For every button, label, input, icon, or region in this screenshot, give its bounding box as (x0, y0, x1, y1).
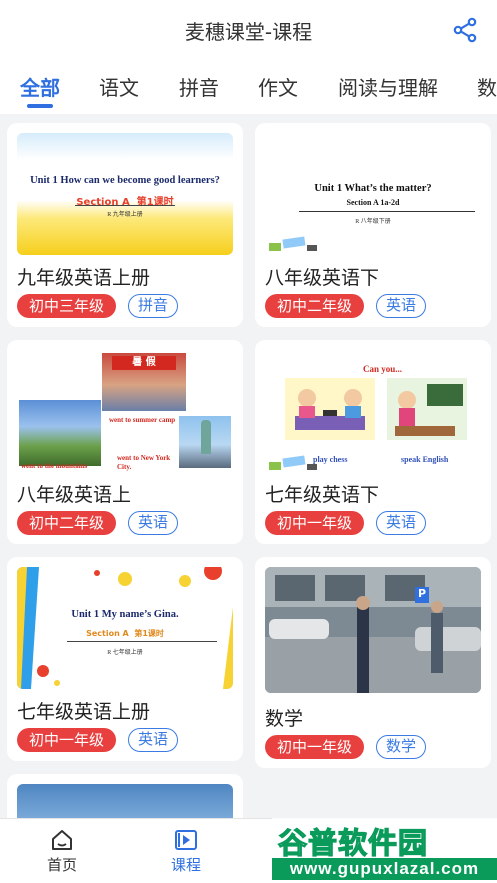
caption: went to the mountains (21, 462, 88, 470)
thumb-divider (299, 211, 475, 212)
caption: speak English (401, 455, 449, 464)
grade-badge: 初中一年级 (265, 735, 365, 759)
banner-text: 暑 假 (112, 356, 176, 370)
course-card[interactable]: Can you... play chess speak English 七年级英… (255, 340, 491, 544)
thumb-section: Section A 第1课时 (17, 628, 233, 639)
share-icon[interactable] (451, 16, 479, 44)
street-photo (265, 567, 481, 693)
course-title: 八年级英语上 (17, 484, 132, 506)
subject-badge: 拼音 (128, 294, 179, 318)
home-icon (52, 830, 72, 850)
thumb-heading: Unit 1 How can we become good learners? (30, 175, 220, 186)
grade-badge: 初中三年级 (17, 294, 117, 318)
books-icon (269, 455, 317, 470)
thumb-tag: R 七年级上册 (107, 650, 143, 656)
grade-badge: 初中一年级 (265, 511, 365, 535)
tab-composition[interactable]: 作文 (258, 72, 298, 101)
course-thumbnail: Unit 1 My name’s Gina. Section A 第1课时 R … (17, 567, 233, 689)
course-card[interactable]: Unit 1 How can we become good learners? … (7, 123, 243, 327)
thumb-divider (75, 205, 175, 206)
nav-home[interactable]: 首页 (22, 829, 102, 875)
course-card[interactable]: P 数学 初中一年级 数学 (255, 557, 491, 768)
caption: went to summer camp (109, 416, 176, 424)
thumb-tag: R 九年级上册 (107, 212, 143, 218)
parking-sign: P (417, 587, 427, 600)
grade-badge: 初中二年级 (265, 294, 365, 318)
course-title: 九年级英语上册 (17, 267, 151, 289)
thumb-section-label: Section A (76, 197, 130, 208)
thumb-heading: Unit 1 My name’s Gina. (71, 609, 179, 620)
watermark-url: www.gupuxlazal.com (272, 858, 497, 880)
course-thumbnail: Unit 1 What’s the matter? Section A 1a-2… (265, 133, 481, 255)
mountains-photo (19, 400, 101, 466)
books-icon (269, 236, 317, 251)
statue-shape (201, 420, 211, 454)
category-tabs: 全部 语文 拼音 作文 阅读与理解 数 (0, 60, 497, 114)
course-card[interactable]: Unit 1 My name’s Gina. Section A 第1课时 R … (7, 557, 243, 761)
thumb-divider (67, 641, 217, 642)
course-card[interactable]: Unit 1 What’s the matter? Section A 1a-2… (255, 123, 491, 327)
course-title: 七年级英语下 (265, 484, 380, 506)
course-thumbnail: Unit 1 How can we become good learners? … (17, 133, 233, 255)
subject-badge: 数学 (376, 735, 427, 759)
course-thumbnail: P (265, 567, 481, 693)
subject-badge: 英语 (128, 511, 179, 535)
nav-home-label: 首页 (46, 856, 77, 874)
subject-badge: 英语 (376, 511, 427, 535)
thumb-lesson-label: 第1课时 (136, 197, 174, 208)
tab-math[interactable]: 数 (477, 72, 497, 101)
chess-illustration (285, 378, 375, 440)
tab-reading[interactable]: 阅读与理解 (338, 72, 438, 101)
english-illustration (387, 378, 467, 440)
course-thumbnail: Can you... play chess speak English (265, 350, 481, 472)
thumb-heading: Unit 1 What’s the matter? (314, 183, 432, 194)
nav-course[interactable]: 课程 (146, 829, 226, 875)
subject-badge: 英语 (376, 294, 427, 318)
watermark: 谷普软件园 www.gupuxlazal.com (272, 818, 497, 883)
thumb-lesson-label: 第1课时 (134, 629, 164, 638)
thumb-tag: R 八年级下册 (355, 219, 391, 225)
thumb-heading: Can you... (363, 364, 403, 374)
course-card[interactable]: 暑 假 went to summer camp went to New York… (7, 340, 243, 544)
thumb-section: Section A 1a-2d (346, 198, 400, 207)
course-title: 七年级英语上册 (17, 701, 151, 723)
tab-pinyin[interactable]: 拼音 (179, 72, 219, 101)
caption: went to New York City. (117, 454, 171, 471)
tab-all[interactable]: 全部 (20, 72, 60, 101)
subject-badge: 英语 (128, 728, 179, 752)
grade-badge: 初中一年级 (17, 728, 117, 752)
course-title: 八年级英语下 (265, 267, 380, 289)
grade-badge: 初中二年级 (17, 511, 117, 535)
active-tab-indicator (27, 104, 53, 108)
course-thumbnail: 暑 假 went to summer camp went to New York… (17, 350, 233, 472)
thumb-section-label: Section A (86, 629, 129, 638)
page-title: 麦穗课堂-课程 (184, 19, 313, 44)
tab-chinese[interactable]: 语文 (99, 72, 139, 101)
course-icon (175, 830, 197, 850)
watermark-title: 谷普软件园 (277, 825, 429, 860)
course-title: 数学 (265, 708, 304, 730)
nav-course-label: 课程 (170, 856, 201, 874)
app-header: 麦穗课堂-课程 (0, 0, 497, 60)
